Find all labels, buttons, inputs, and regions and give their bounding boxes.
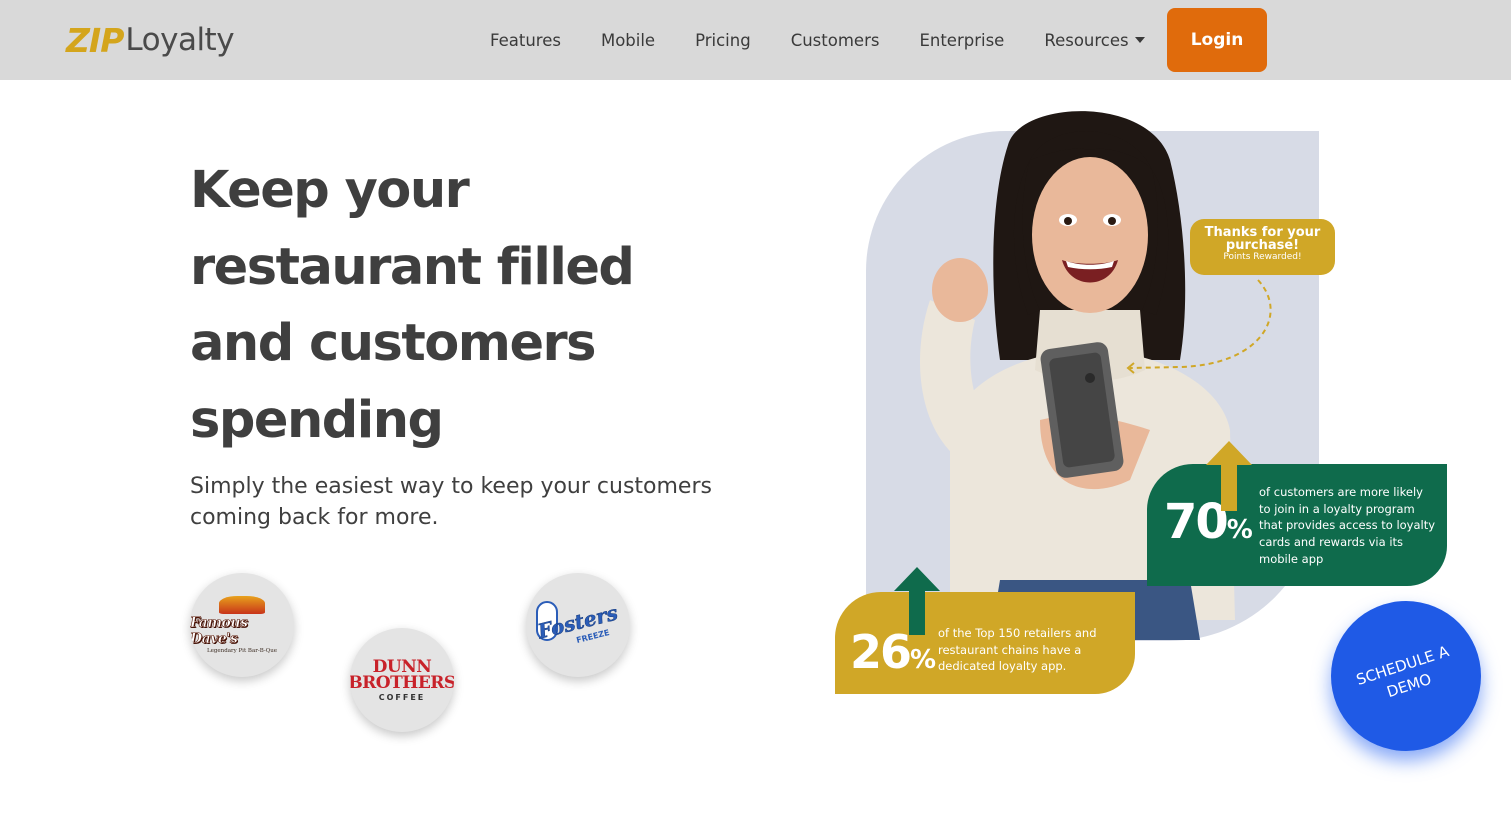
bubble-title: Thanks for your purchase! xyxy=(1204,225,1321,253)
arrow-up-icon xyxy=(894,567,940,635)
dunn-brothers-line-3: COFFEE xyxy=(378,692,426,702)
stat-70-text: of customers are more likely to join in … xyxy=(1259,485,1436,566)
hero-headline: Keep your restaurant filled and customer… xyxy=(190,153,710,459)
stat-70-unit: % xyxy=(1226,515,1253,545)
headline-line-3: and customers xyxy=(190,314,597,373)
zip-loyalty-logo[interactable]: ZIP Loyalty xyxy=(66,18,235,62)
headline-line-4: spending xyxy=(190,390,444,450)
famous-daves-name: Famous Dave's xyxy=(190,615,248,648)
nav-link-pricing[interactable]: Pricing xyxy=(695,31,751,50)
logo-zip-text: ZIP xyxy=(66,20,124,60)
schedule-demo-button[interactable]: SCHEDULE A DEMO xyxy=(1331,601,1481,751)
login-button[interactable]: Login xyxy=(1167,8,1267,72)
flame-icon xyxy=(219,596,265,614)
top-navbar: ZIP Loyalty Features Mobile Pricing Cust… xyxy=(0,0,1511,80)
dunn-brothers-line-2: BROTHERS xyxy=(350,672,454,693)
schedule-demo-label: SCHEDULE A DEMO xyxy=(1354,642,1452,702)
nav-link-mobile[interactable]: Mobile xyxy=(601,31,655,50)
chevron-down-icon xyxy=(1134,37,1145,43)
nav-link-customers[interactable]: Customers xyxy=(791,31,880,50)
hero-subline: Simply the easiest way to keep your cust… xyxy=(190,474,712,530)
nav-link-resources-label: Resources xyxy=(1044,30,1129,50)
stat-card-26: 26% of the Top 150 retailers and restaur… xyxy=(835,592,1135,694)
stat-26-text: of the Top 150 retailers and restaurant … xyxy=(938,626,1097,674)
purchase-thanks-bubble: Thanks for your purchase! Points Rewarde… xyxy=(1190,219,1335,275)
page: ZIP Loyalty Features Mobile Pricing Cust… xyxy=(0,0,1511,823)
stat-26-unit: % xyxy=(910,645,937,675)
headline-line-1: Keep your xyxy=(190,161,470,220)
nav-link-enterprise[interactable]: Enterprise xyxy=(919,31,1004,50)
bubble-subtitle: Points Rewarded! xyxy=(1223,252,1302,262)
stat-card-70: 70% of customers are more likely to join… xyxy=(1147,464,1447,586)
famous-daves-tagline: Legendary Pit Bar-B-Que xyxy=(206,648,278,654)
customer-logo-fosters-freeze[interactable]: Fosters FREEZE xyxy=(526,573,630,677)
arrow-up-icon xyxy=(1206,441,1252,511)
headline-line-2: restaurant filled xyxy=(190,237,635,297)
logo-loyalty-text: Loyalty xyxy=(125,22,235,58)
nav-link-resources[interactable]: Resources xyxy=(1044,30,1145,50)
dashed-connector-line xyxy=(1126,279,1272,374)
customer-logo-famous-daves[interactable]: Famous Dave's Legendary Pit Bar-B-Que xyxy=(190,573,294,677)
nav-link-features[interactable]: Features xyxy=(490,31,561,50)
nav-links: Features Mobile Pricing Customers Enterp… xyxy=(470,0,1165,80)
customer-logo-dunn-brothers[interactable]: DUNN BROTHERS COFFEE xyxy=(350,628,454,732)
